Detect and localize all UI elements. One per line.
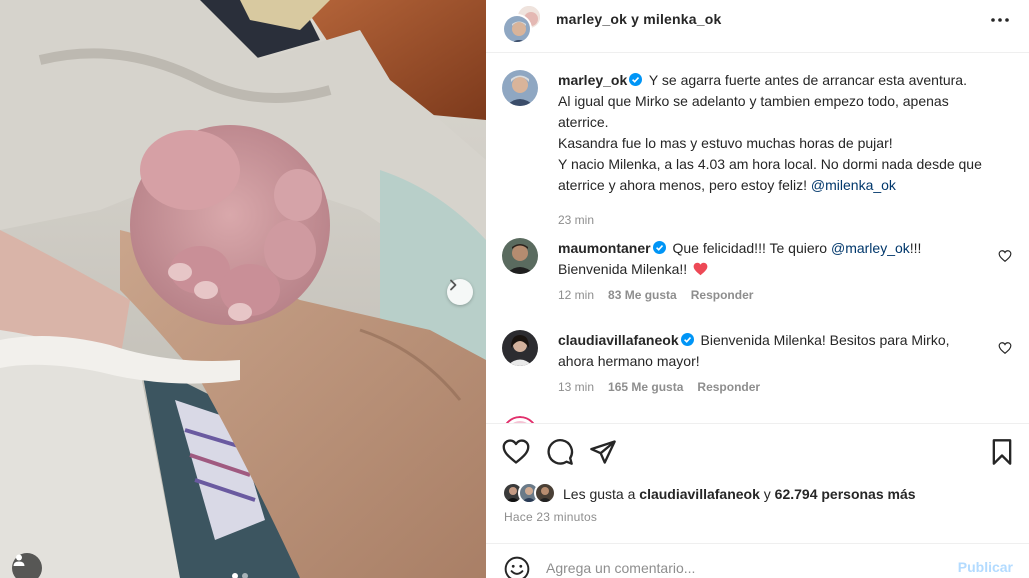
add-comment-bar: Publicar bbox=[486, 543, 1029, 578]
carousel-dot-1 bbox=[232, 573, 238, 578]
caption-meta: 23 min bbox=[558, 213, 594, 227]
comment-meta: 13 min 165 Me gusta Responder bbox=[558, 380, 760, 394]
likes-user-link[interactable]: claudiavillafaneok bbox=[639, 486, 760, 502]
comment-likes-link[interactable]: 83 Me gusta bbox=[608, 288, 677, 302]
reply-button[interactable]: Responder bbox=[697, 380, 760, 394]
verified-badge-icon bbox=[652, 241, 666, 254]
avatar-image bbox=[504, 16, 530, 42]
avatar-image bbox=[538, 487, 552, 502]
carousel-dot-2 bbox=[242, 573, 248, 578]
likes-text: Les gusta a claudiavillafaneok y 62.794 … bbox=[563, 486, 916, 502]
reply-button[interactable]: Responder bbox=[691, 288, 754, 302]
avatar[interactable] bbox=[502, 238, 538, 274]
caption-mention-link[interactable]: @milenka_ok bbox=[811, 177, 896, 193]
avatar-image bbox=[502, 70, 538, 106]
like-comment-heart-icon[interactable] bbox=[998, 341, 1012, 355]
comment-text-part: !!! bbox=[909, 240, 922, 256]
comment-row: claudiavillafaneok Bienvenida Milenka! B… bbox=[502, 330, 1012, 400]
caption-line-2: Al igual que Mirko se adelanto y tambien… bbox=[558, 93, 949, 130]
avatar bbox=[534, 482, 556, 504]
likes-summary[interactable]: Les gusta a claudiavillafaneok y 62.794 … bbox=[502, 482, 1022, 506]
post-actions bbox=[486, 432, 1029, 472]
comment-input[interactable] bbox=[546, 556, 936, 578]
avatar-image bbox=[502, 330, 538, 366]
like-heart-icon[interactable] bbox=[502, 438, 530, 466]
post-timestamp[interactable]: Hace 23 minutos bbox=[504, 510, 597, 524]
user-icon bbox=[13, 554, 25, 566]
carousel-next-button[interactable] bbox=[447, 279, 473, 305]
post-author-title[interactable]: marley_ok y milenka_ok bbox=[556, 11, 722, 27]
caption-line-1: Y se agarra fuerte antes de arrancar est… bbox=[648, 72, 967, 88]
comment-bubble-icon[interactable] bbox=[546, 438, 574, 466]
avatar[interactable] bbox=[502, 70, 538, 106]
more-options-button[interactable] bbox=[987, 10, 1013, 30]
comment-likes-link[interactable]: 165 Me gusta bbox=[608, 380, 683, 394]
comment-meta: 12 min 83 Me gusta Responder bbox=[558, 288, 753, 302]
caption-line-3: Kasandra fue lo mas y estuvo muchas hora… bbox=[558, 135, 893, 151]
avatar-marley[interactable] bbox=[502, 14, 532, 44]
carousel-dots bbox=[232, 573, 248, 578]
emoji-smiley-icon[interactable] bbox=[504, 556, 530, 578]
likes-count-link[interactable]: 62.794 personas más bbox=[775, 486, 916, 502]
comment-mention-link[interactable]: @marley_ok bbox=[831, 240, 910, 256]
section-divider bbox=[486, 423, 1029, 424]
comment-username[interactable]: claudiavillafaneok bbox=[558, 332, 679, 348]
avatar-image bbox=[505, 416, 535, 423]
liked-by-avatars bbox=[502, 482, 562, 504]
share-send-icon[interactable] bbox=[589, 438, 617, 466]
post-header: marley_ok y milenka_ok bbox=[486, 0, 1029, 53]
avatar-image bbox=[502, 238, 538, 274]
comment-line-2: Bienvenida Milenka!! bbox=[558, 261, 688, 277]
save-bookmark-icon[interactable] bbox=[988, 438, 1016, 466]
comment-text-part: Que felicidad!!! Te quiero bbox=[672, 240, 831, 256]
verified-badge-icon bbox=[629, 73, 643, 86]
post-comment-button[interactable]: Publicar bbox=[958, 559, 1013, 575]
chevron-right-icon bbox=[450, 279, 457, 291]
comments-section[interactable]: marley_ok Y se agarra fuerte antes de ar… bbox=[486, 54, 1029, 423]
likes-prefix: Les gusta a bbox=[563, 486, 640, 502]
comment-text: maumontaner Que felicidad!!! Te quiero @… bbox=[558, 238, 988, 280]
post-panel: marley_ok y milenka_ok marley_ok Y se ag… bbox=[486, 0, 1029, 578]
comment-username[interactable]: maumontaner bbox=[558, 240, 651, 256]
comment-text: claudiavillafaneok Bienvenida Milenka! B… bbox=[558, 330, 988, 372]
caption-username[interactable]: marley_ok bbox=[558, 72, 627, 88]
caption-text: marley_ok Y se agarra fuerte antes de ar… bbox=[558, 70, 988, 196]
comment-time: 12 min bbox=[558, 288, 595, 302]
like-comment-heart-icon[interactable] bbox=[998, 249, 1012, 263]
avatar[interactable] bbox=[502, 330, 538, 366]
caption-time: 23 min bbox=[558, 213, 595, 227]
comment-time: 13 min bbox=[558, 380, 595, 394]
caption: marley_ok Y se agarra fuerte antes de ar… bbox=[502, 70, 1012, 240]
avatar[interactable] bbox=[502, 416, 538, 423]
collab-avatars[interactable] bbox=[502, 4, 546, 44]
baby-hand-photo bbox=[0, 0, 486, 578]
tagged-users-button[interactable] bbox=[12, 553, 42, 578]
verified-badge-icon bbox=[680, 333, 694, 346]
caption-line-4: Y nacio Milenka, a las 4.03 am hora loca… bbox=[558, 156, 982, 193]
likes-middle: y bbox=[759, 486, 775, 502]
post-photo[interactable] bbox=[0, 0, 486, 578]
red-heart-emoji-icon bbox=[693, 262, 708, 276]
more-horizontal-icon bbox=[991, 18, 1009, 22]
comment-row: maumontaner Que felicidad!!! Te quiero @… bbox=[502, 238, 1012, 308]
